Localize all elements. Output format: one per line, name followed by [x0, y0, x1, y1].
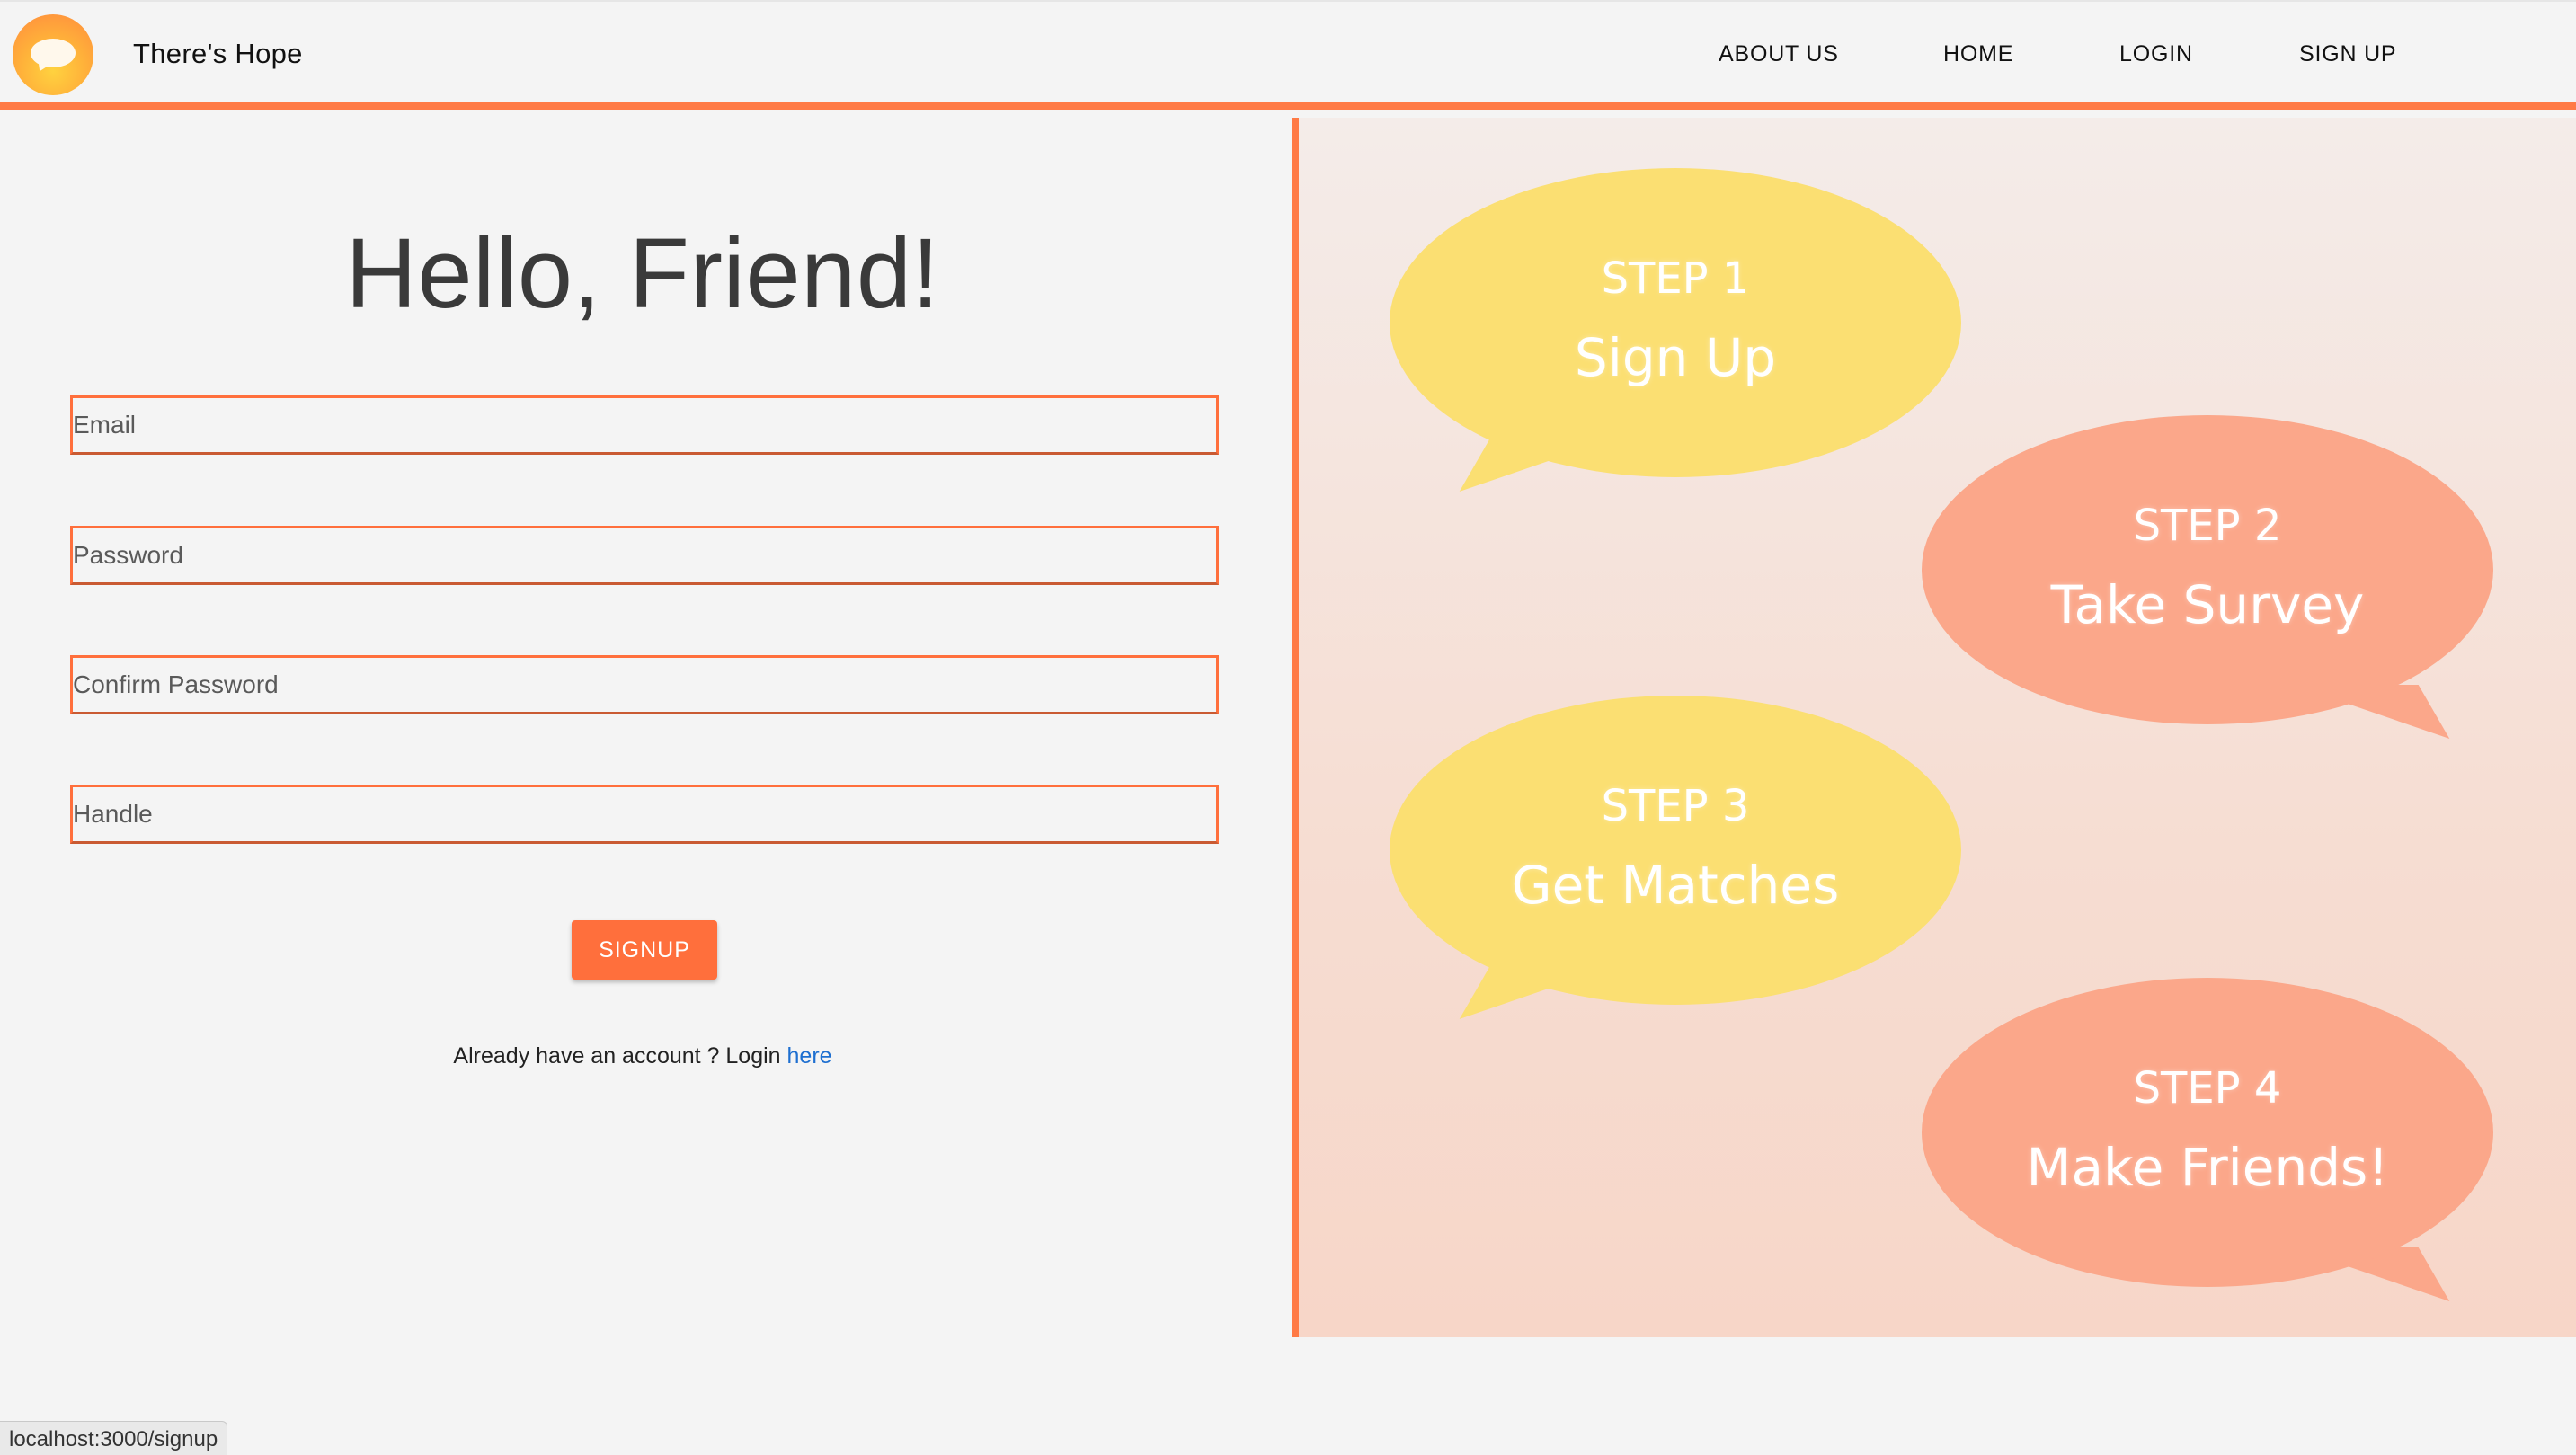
step-3-text: Get Matches: [1511, 855, 1840, 916]
step-1-text: Sign Up: [1574, 327, 1777, 388]
step-3-bubble: STEP 3 Get Matches: [1390, 696, 1961, 1019]
signup-button[interactable]: SIGNUP: [572, 920, 717, 980]
step-3-number: STEP 3: [1601, 781, 1750, 831]
email-field[interactable]: [70, 395, 1219, 455]
nav-about-us[interactable]: ABOUT US: [1719, 41, 1839, 67]
nav-sign-up[interactable]: SIGN UP: [2299, 41, 2396, 67]
login-prompt-text: Already have an account ? Login: [453, 1043, 787, 1069]
logo-icon[interactable]: [13, 14, 93, 95]
nav-home[interactable]: HOME: [1943, 41, 2013, 67]
brand-name[interactable]: There's Hope: [133, 38, 303, 70]
step-4-text: Make Friends!: [2026, 1137, 2389, 1198]
login-here-link[interactable]: here: [787, 1043, 832, 1069]
step-2-number: STEP 2: [2133, 501, 2282, 551]
bubble-oval: [1390, 696, 1961, 1005]
password-field[interactable]: [70, 526, 1219, 585]
step-1-number: STEP 1: [1601, 253, 1750, 304]
step-4-bubble: STEP 4 Make Friends!: [1922, 978, 2493, 1301]
step-4-number: STEP 4: [2133, 1063, 2282, 1113]
nav-login[interactable]: LOGIN: [2119, 41, 2193, 67]
bubble-oval: [1922, 415, 2493, 724]
page-title: Hello, Friend!: [345, 218, 940, 329]
step-2-bubble: STEP 2 Take Survey: [1922, 415, 2493, 739]
status-bar-url: localhost:3000/signup: [0, 1421, 228, 1455]
confirm-password-field[interactable]: [70, 655, 1219, 714]
bubble-oval: [1390, 168, 1961, 477]
navbar: There's Hope ABOUT US HOME LOGIN SIGN UP: [0, 0, 2576, 110]
bubble-oval: [1922, 978, 2493, 1287]
signup-pane: Hello, Friend! SIGNUP Already have an ac…: [0, 118, 1292, 1455]
step-1-bubble: STEP 1 Sign Up: [1390, 168, 1961, 492]
login-prompt: Already have an account ? Login here: [0, 1043, 1285, 1069]
pane-divider: [1292, 118, 1299, 1337]
handle-field[interactable]: [70, 785, 1219, 844]
step-2-text: Take Survey: [2050, 574, 2365, 635]
